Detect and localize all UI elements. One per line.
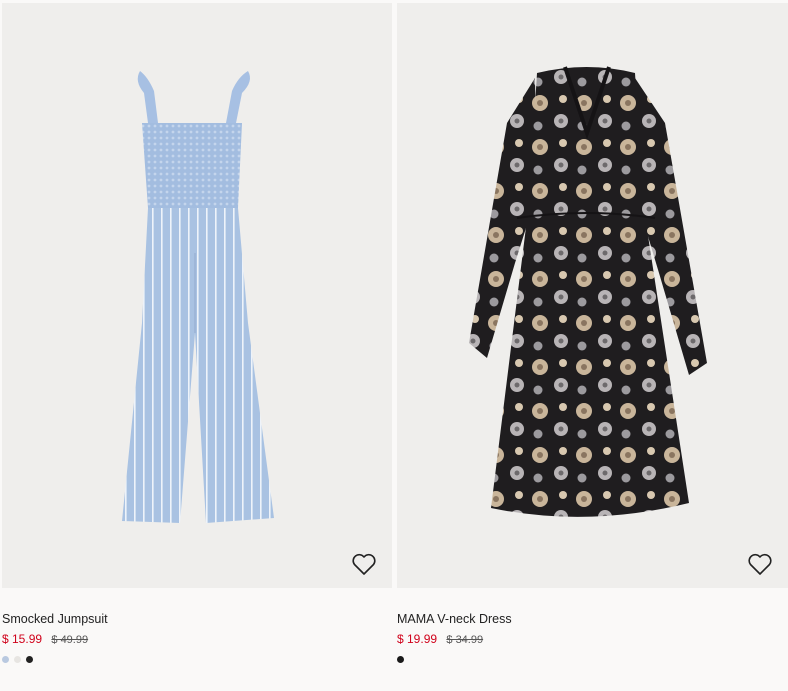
swatch-light-blue[interactable] bbox=[2, 656, 9, 663]
product-title[interactable]: Smocked Jumpsuit bbox=[2, 612, 108, 626]
product-card-smocked-jumpsuit[interactable]: Smocked Jumpsuit $ 15.99 $ 49.99 bbox=[2, 0, 392, 663]
color-swatches bbox=[2, 656, 33, 663]
dress-image bbox=[469, 66, 707, 517]
heart-outline-icon[interactable] bbox=[747, 552, 773, 576]
original-price: $ 49.99 bbox=[51, 634, 89, 646]
sale-price: $ 15.99 bbox=[2, 632, 43, 646]
product-card-mama-vneck-dress[interactable]: MAMA V-neck Dress $ 19.99 $ 34.99 bbox=[397, 0, 788, 663]
original-price: $ 34.99 bbox=[446, 634, 484, 646]
swatch-light-grey[interactable] bbox=[14, 656, 21, 663]
sale-price: $ 19.99 bbox=[397, 632, 438, 646]
jumpsuit-image bbox=[122, 71, 274, 523]
color-swatches bbox=[397, 656, 404, 663]
product-grid: Smocked Jumpsuit $ 15.99 $ 49.99 MAMA V-… bbox=[0, 0, 788, 691]
product-price: $ 15.99 $ 49.99 bbox=[2, 632, 88, 646]
swatch-black[interactable] bbox=[26, 656, 33, 663]
heart-outline-icon[interactable] bbox=[351, 552, 377, 576]
swatch-black[interactable] bbox=[397, 656, 404, 663]
product-image[interactable] bbox=[2, 3, 392, 588]
product-price: $ 19.99 $ 34.99 bbox=[397, 632, 483, 646]
product-title[interactable]: MAMA V-neck Dress bbox=[397, 612, 512, 626]
product-image[interactable] bbox=[397, 3, 788, 588]
